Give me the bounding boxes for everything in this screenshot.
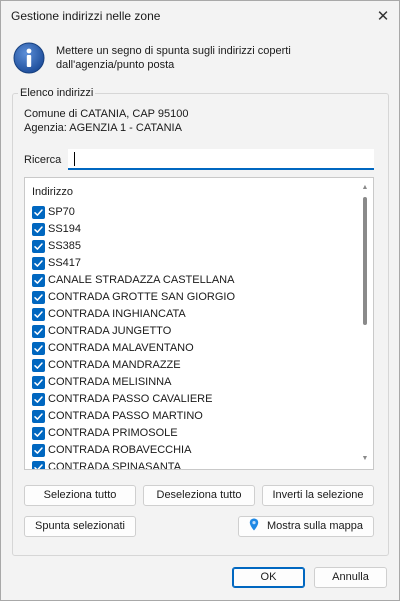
checkmark-icon [34,379,43,386]
map-pin-icon [249,518,259,531]
list-item-label: CONTRADA PRIMOSOLE [48,427,178,439]
checkmark-icon [34,209,43,216]
group-legend: Elenco indirizzi [18,87,96,99]
checkbox[interactable] [32,461,45,469]
checkbox[interactable] [32,308,45,321]
list-item-label: CONTRADA INGHIANCATA [48,308,186,320]
list-item-label: CONTRADA ROBAVECCHIA [48,444,192,456]
checkbox[interactable] [32,206,45,219]
checkmark-icon [34,294,43,301]
cancel-button[interactable]: Annulla [314,567,387,588]
select-all-button[interactable]: Seleziona tutto [24,485,136,506]
info-text-line1: Mettere un segno di spunta sugli indiriz… [56,45,291,57]
checkbox[interactable] [32,257,45,270]
list-item[interactable]: SS417 [25,255,361,272]
info-icon [13,42,45,74]
list-item[interactable]: CONTRADA JUNGETTO [25,323,361,340]
list-item[interactable]: CONTRADA MALAVENTANO [25,340,361,357]
list-item[interactable]: CONTRADA MANDRAZZE [25,357,361,374]
scroll-up-icon[interactable]: ▲ [360,183,370,193]
checkmark-icon [34,243,43,250]
address-listbox[interactable]: Indirizzo SP70 SS194 SS385 SS417 CANALE STRA… [24,177,374,470]
list-item[interactable]: SS194 [25,221,361,238]
checkmark-icon [34,226,43,233]
check-selected-button[interactable]: Spunta selezionati [24,516,136,537]
checkbox[interactable] [32,325,45,338]
list-item-label: CONTRADA GROTTE SAN GIORGIO [48,291,236,303]
checkmark-icon [34,362,43,369]
title-bar[interactable]: Gestione indirizzi nelle zone ✕ [1,1,399,32]
list-item[interactable]: CONTRADA INGHIANCATA [25,306,361,323]
text-caret [74,152,75,166]
checkbox[interactable] [32,274,45,287]
list-item[interactable]: CONTRADA SPINASANTA [25,459,361,470]
checkbox[interactable] [32,393,45,406]
checkmark-icon [34,260,43,267]
list-item[interactable]: CONTRADA MELISINNA [25,374,361,391]
show-on-map-label: Mostra sulla mappa [267,520,363,532]
list-item-label: CONTRADA JUNGETTO [48,325,172,337]
checkmark-icon [34,464,43,469]
list-item-label: CONTRADA MELISINNA [48,376,172,388]
checkbox[interactable] [32,376,45,389]
show-on-map-button[interactable]: Mostra sulla mappa [238,516,374,537]
municipality-info: Comune di CATANIA, CAP 95100 [24,108,189,120]
address-rows: SP70 SS194 SS385 SS417 CANALE STRADAZZA CAST… [25,204,361,470]
checkmark-icon [34,447,43,454]
list-item-label: CONTRADA MALAVENTANO [48,342,194,354]
deselect-all-button[interactable]: Deseleziona tutto [143,485,255,506]
checkmark-icon [34,345,43,352]
list-item[interactable]: CONTRADA PASSO MARTINO [25,408,361,425]
checkmark-icon [34,413,43,420]
agency-info: Agenzia: AGENZIA 1 - CATANIA [24,122,182,134]
checkmark-icon [34,430,43,437]
list-item-label: CONTRADA MANDRAZZE [48,359,181,371]
checkbox[interactable] [32,291,45,304]
list-item-label: SS194 [48,223,82,235]
info-text-line2: dall'agenzia/punto posta [56,59,175,71]
checkbox[interactable] [32,359,45,372]
column-header-indirizzo[interactable]: Indirizzo [32,186,73,198]
scrollbar-thumb[interactable] [363,197,367,325]
scroll-down-icon[interactable]: ▼ [360,454,370,464]
checkbox[interactable] [32,427,45,440]
invert-selection-button[interactable]: Inverti la selezione [262,485,374,506]
search-input[interactable] [68,149,374,170]
checkmark-icon [34,277,43,284]
checkbox[interactable] [32,240,45,253]
list-item-label: CONTRADA SPINASANTA [48,461,182,470]
list-item-label: CANALE STRADAZZA CASTELLANA [48,274,235,286]
list-item[interactable]: CONTRADA PRIMOSOLE [25,425,361,442]
list-item-label: SS417 [48,257,82,269]
checkmark-icon [34,396,43,403]
checkbox[interactable] [32,223,45,236]
checkbox[interactable] [32,444,45,457]
ok-button[interactable]: OK [232,567,305,588]
list-item-label: CONTRADA PASSO MARTINO [48,410,203,422]
list-item-label: SP70 [48,206,75,218]
search-label: Ricerca [24,154,62,166]
checkmark-icon [34,328,43,335]
list-item[interactable]: SS385 [25,238,361,255]
list-item-label: CONTRADA PASSO CAVALIERE [48,393,213,405]
list-item[interactable]: CANALE STRADAZZA CASTELLANA [25,272,361,289]
close-button[interactable]: ✕ [367,1,399,32]
vertical-scrollbar[interactable]: ▲ ▼ [358,179,372,468]
list-item[interactable]: CONTRADA ROBAVECCHIA [25,442,361,459]
list-item-label: SS385 [48,240,82,252]
checkbox[interactable] [32,342,45,355]
info-message: Mettere un segno di spunta sugli indiriz… [56,44,356,72]
list-item[interactable]: CONTRADA GROTTE SAN GIORGIO [25,289,361,306]
list-item[interactable]: SP70 [25,204,361,221]
window-title: Gestione indirizzi nelle zone [11,9,161,23]
checkmark-icon [34,311,43,318]
checkbox[interactable] [32,410,45,423]
list-item[interactable]: CONTRADA PASSO CAVALIERE [25,391,361,408]
